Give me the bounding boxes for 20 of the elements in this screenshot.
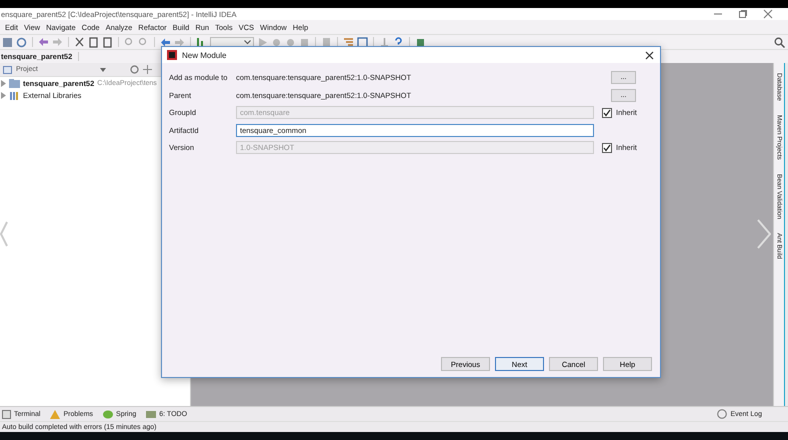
library-icon <box>9 90 20 100</box>
cut-icon[interactable] <box>74 36 85 48</box>
terminal-icon <box>2 410 11 418</box>
forward-icon[interactable] <box>174 36 185 48</box>
close-icon[interactable] <box>645 50 654 60</box>
warning-icon <box>50 410 60 418</box>
caret-icon <box>244 40 251 44</box>
back-icon[interactable] <box>160 36 171 48</box>
project-icon <box>3 66 12 74</box>
help-icon[interactable] <box>393 36 404 48</box>
dropdown-icon[interactable] <box>100 68 106 72</box>
app-icon <box>167 50 177 60</box>
run-config-dropdown[interactable] <box>210 37 254 47</box>
undo-icon[interactable] <box>38 36 49 48</box>
restore-icon[interactable] <box>738 9 748 19</box>
folder-icon <box>9 78 20 88</box>
stop-icon[interactable] <box>299 36 310 48</box>
search-icon[interactable] <box>774 36 785 48</box>
dialog-title: New Module <box>182 50 226 60</box>
collapse-icon[interactable] <box>143 65 152 74</box>
